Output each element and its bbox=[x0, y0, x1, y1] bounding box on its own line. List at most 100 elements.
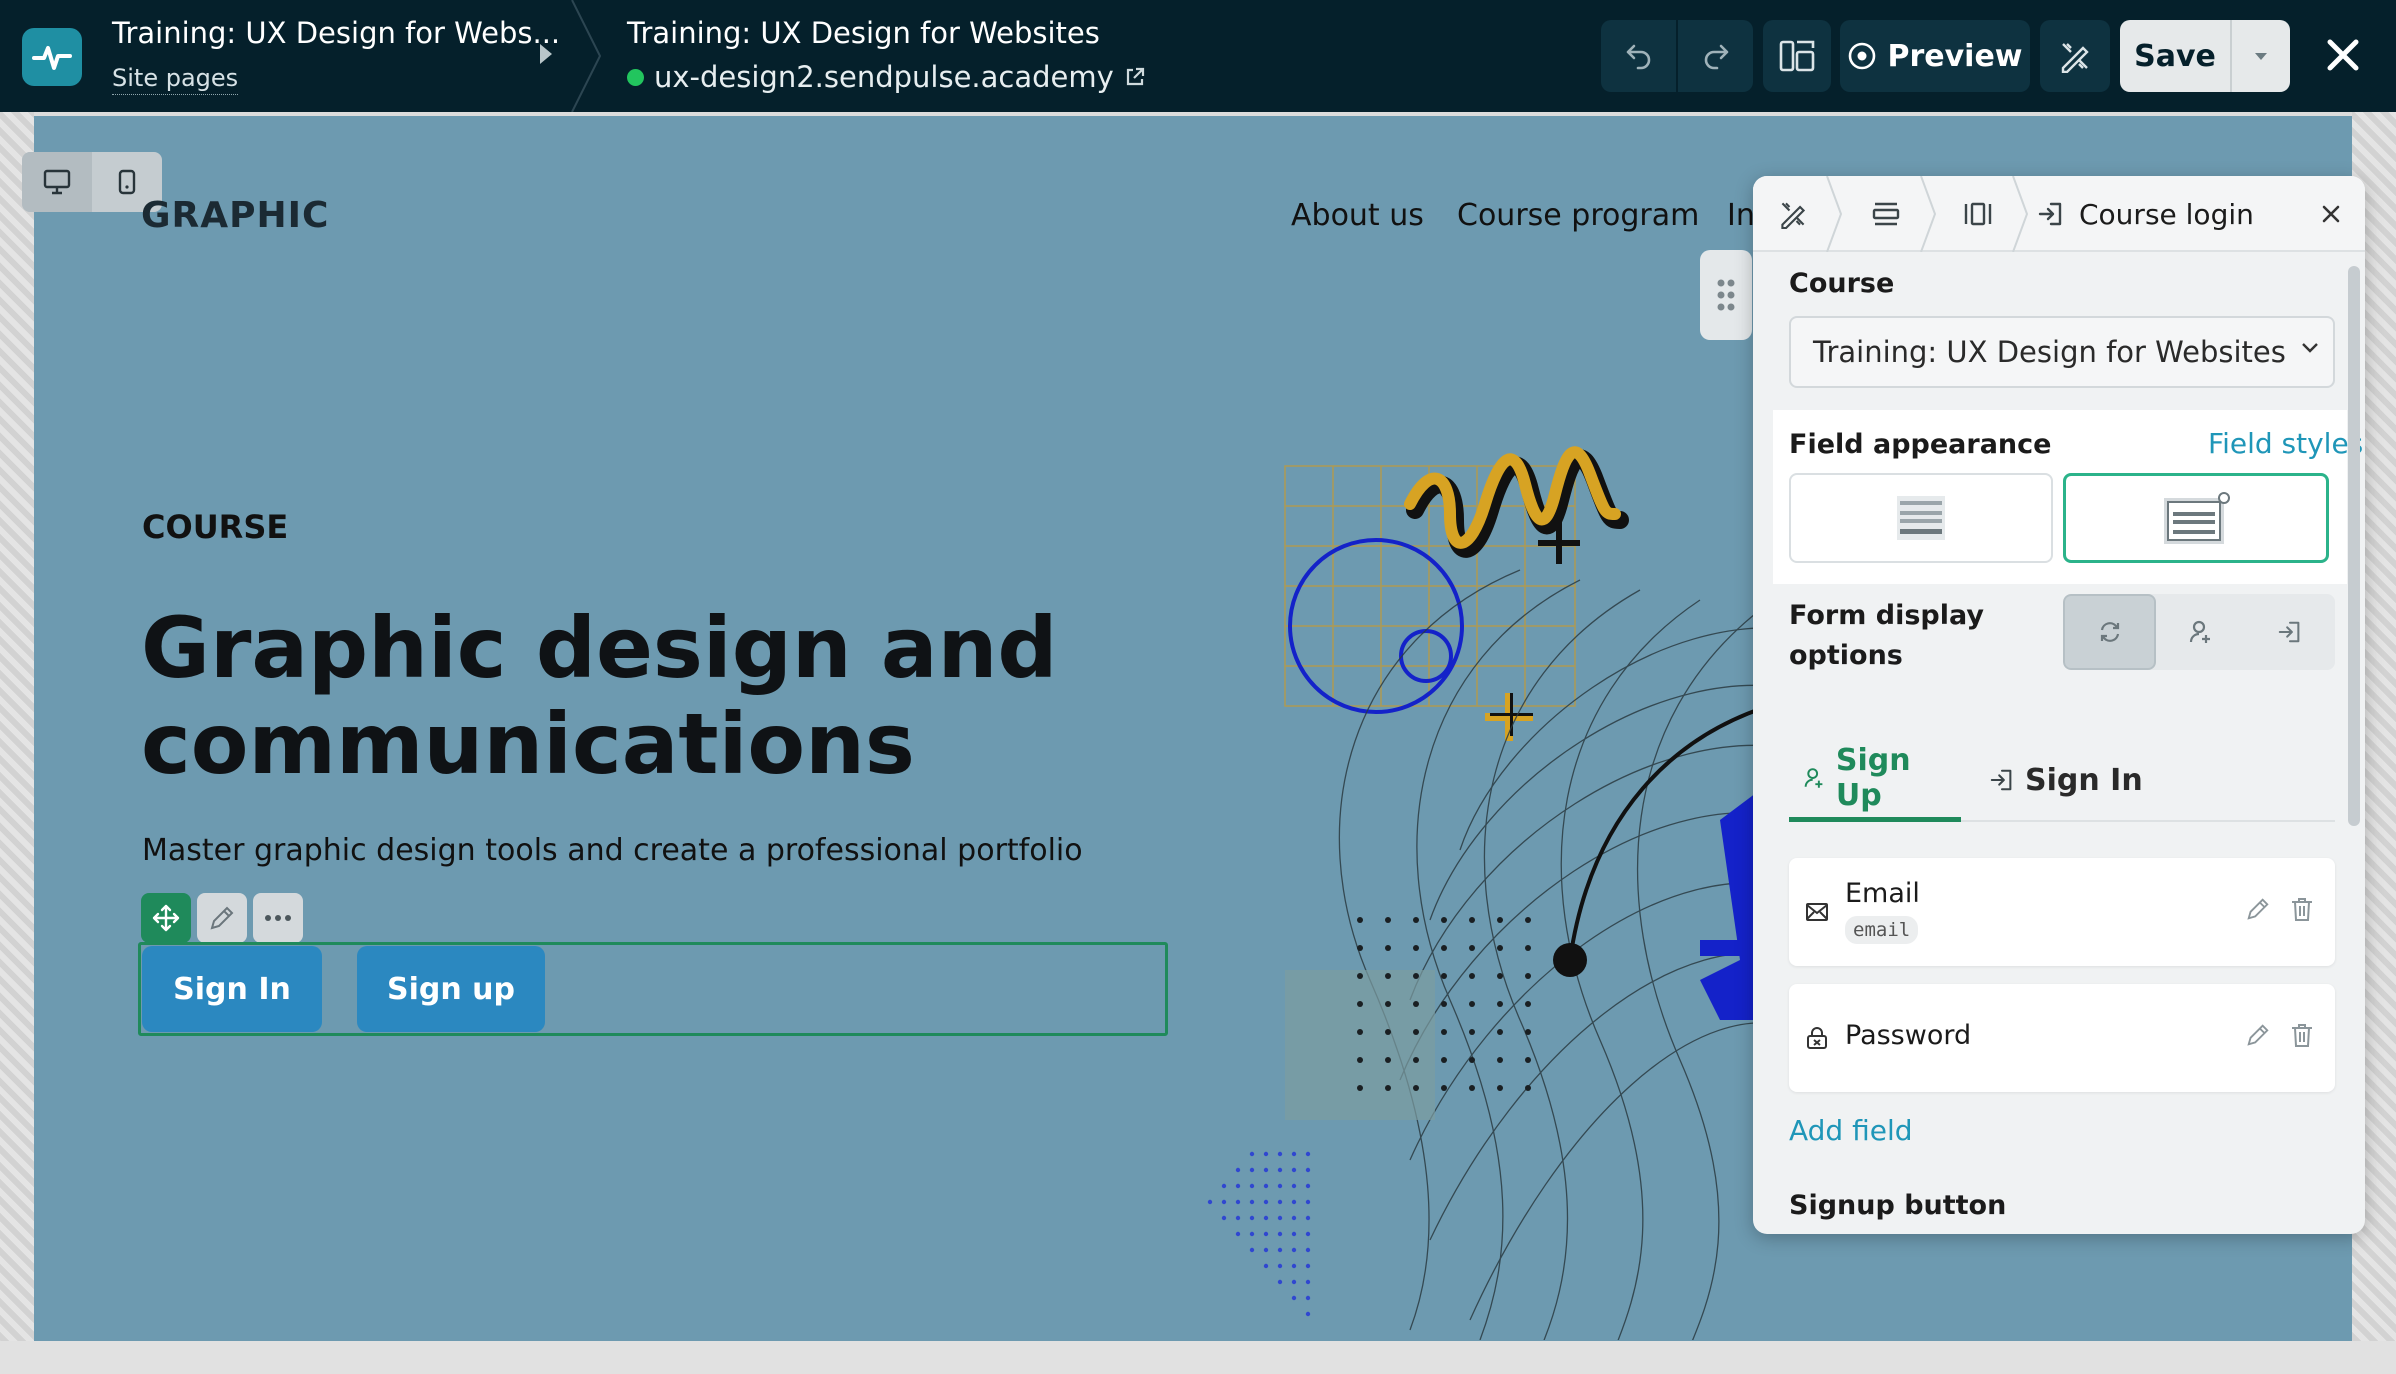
field-name-password: Password bbox=[1845, 1020, 1972, 1051]
panel-drag-handle[interactable] bbox=[1700, 250, 1752, 340]
hero-signin-button[interactable]: Sign In bbox=[142, 946, 322, 1032]
tab-signin[interactable]: Sign In bbox=[1989, 738, 2143, 822]
page-url[interactable]: ux-design2.sendpulse.academy bbox=[627, 60, 1146, 94]
course-select[interactable]: Training: UX Design for Websites bbox=[1789, 316, 2335, 388]
panel-tab-column[interactable] bbox=[1933, 176, 2023, 252]
edit-block-button[interactable] bbox=[197, 893, 247, 943]
save-group: Save bbox=[2120, 20, 2290, 92]
course-label: Course bbox=[1789, 268, 1895, 299]
form-display-label: Form display options bbox=[1789, 596, 1989, 676]
breadcrumb-project[interactable]: Training: UX Design for Webs... Site pag… bbox=[112, 16, 560, 95]
desktop-view-button[interactable] bbox=[22, 152, 92, 212]
abstract-illustration bbox=[1284, 446, 1801, 1341]
tab-signup[interactable]: Sign Up bbox=[1789, 738, 1961, 822]
panel-tab-course-login[interactable]: Course login bbox=[2037, 176, 2287, 252]
more-icon bbox=[265, 915, 291, 921]
hero-signup-button[interactable]: Sign up bbox=[357, 946, 545, 1032]
breadcrumb-separator bbox=[571, 0, 602, 112]
field-actions bbox=[2245, 1022, 2315, 1048]
page-title: Training: UX Design for Websites bbox=[627, 16, 1100, 50]
layout-blocks-icon bbox=[1779, 40, 1815, 72]
chevron-down-icon bbox=[2302, 343, 2318, 353]
course-select-value: Training: UX Design for Websites bbox=[1813, 335, 2286, 369]
appearance-option-label-above[interactable] bbox=[1789, 473, 2053, 563]
add-field-link[interactable]: Add field bbox=[1789, 1114, 1913, 1147]
form-display-label-1: Form display bbox=[1789, 600, 1984, 631]
undo-redo-group bbox=[1601, 20, 1753, 92]
panel-tab-design[interactable] bbox=[1753, 176, 1833, 252]
column-icon bbox=[1964, 202, 1992, 226]
login-icon bbox=[2279, 621, 2300, 643]
display-option-signup[interactable] bbox=[2156, 594, 2245, 670]
user-add-icon bbox=[1804, 767, 1823, 788]
save-options-button[interactable] bbox=[2232, 20, 2290, 92]
hero-title-line1: Graphic design and bbox=[141, 599, 1058, 697]
display-option-signin[interactable] bbox=[2246, 594, 2335, 670]
user-add-icon bbox=[2189, 620, 2210, 643]
app-logo[interactable] bbox=[22, 28, 82, 86]
field-code-email: email bbox=[1845, 916, 1919, 944]
panel-tab-section[interactable] bbox=[1841, 176, 1931, 252]
nav-about[interactable]: About us bbox=[1291, 198, 1424, 233]
save-button[interactable]: Save bbox=[2120, 20, 2232, 92]
close-editor-button[interactable] bbox=[2318, 30, 2368, 80]
tab-separator bbox=[2012, 176, 2029, 252]
hero-title-line2: communications bbox=[141, 695, 915, 793]
canvas-bottom-margin bbox=[0, 1341, 2396, 1374]
external-link-icon bbox=[1126, 67, 1144, 86]
status-dot bbox=[627, 68, 644, 86]
trash-icon[interactable] bbox=[2289, 896, 2315, 922]
panel-close-button[interactable] bbox=[2313, 196, 2349, 232]
breadcrumb-page: Training: UX Design for Websites ux-desi… bbox=[627, 16, 1146, 94]
nav-item-partial[interactable]: In bbox=[1727, 198, 1755, 233]
field-actions bbox=[2245, 896, 2315, 922]
undo-button[interactable] bbox=[1601, 20, 1678, 92]
more-options-button[interactable] bbox=[253, 893, 303, 943]
hero-eyebrow: COURSE bbox=[142, 508, 289, 546]
pencil-ruler-icon bbox=[1781, 202, 1806, 229]
hero-illustration bbox=[1280, 400, 1801, 1341]
swap-icon bbox=[2100, 622, 2119, 642]
pencil-icon[interactable] bbox=[2245, 1022, 2271, 1048]
field-styles-link[interactable]: Field styles bbox=[2208, 427, 2363, 460]
pulse-icon bbox=[32, 46, 72, 70]
panel-breadcrumb-tabs: Course login bbox=[1753, 176, 2365, 252]
dot-pattern bbox=[1207, 1151, 1311, 1317]
close-icon bbox=[2322, 205, 2340, 223]
field-appearance-section: Field appearance Field styles bbox=[1773, 410, 2363, 584]
canvas-margin-left bbox=[0, 112, 34, 1374]
undo-icon bbox=[1626, 44, 1650, 70]
editor-topbar: Training: UX Design for Webs... Site pag… bbox=[0, 0, 2396, 112]
form-display-label-2: options bbox=[1789, 640, 1903, 671]
display-option-toggle[interactable] bbox=[2063, 594, 2157, 670]
form-field-password[interactable]: Password bbox=[1789, 984, 2335, 1092]
page-url-text: ux-design2.sendpulse.academy bbox=[654, 60, 1114, 94]
nav-course-program[interactable]: Course program bbox=[1457, 198, 1699, 233]
hero-subtitle: Master graphic design tools and create a… bbox=[142, 833, 1083, 868]
redo-button[interactable] bbox=[1678, 20, 1753, 92]
desktop-icon bbox=[43, 169, 71, 195]
move-block-button[interactable] bbox=[141, 893, 191, 943]
preview-button[interactable]: Preview bbox=[1840, 20, 2030, 92]
site-pages-link[interactable]: Site pages bbox=[112, 64, 239, 95]
login-icon bbox=[2038, 202, 2062, 226]
field-label-inside-icon bbox=[2164, 492, 2230, 544]
field-name-email: Email bbox=[1845, 878, 1920, 909]
layers-button[interactable] bbox=[1763, 20, 1831, 92]
form-field-email[interactable]: Email email bbox=[1789, 858, 2335, 966]
settings-panel: Course login Course Training: UX Design … bbox=[1753, 176, 2365, 1234]
trash-icon[interactable] bbox=[2289, 1022, 2315, 1048]
panel-scrollbar[interactable] bbox=[2348, 266, 2360, 826]
field-appearance-label: Field appearance bbox=[1789, 429, 2052, 460]
design-tools-button[interactable] bbox=[2040, 20, 2110, 92]
pencil-icon[interactable] bbox=[2245, 896, 2271, 922]
section-icon bbox=[1872, 202, 1900, 226]
form-tabs: Sign Up Sign In bbox=[1789, 738, 2335, 822]
mail-icon bbox=[1806, 903, 1828, 921]
pencil-ruler-icon bbox=[2061, 43, 2089, 73]
lock-icon bbox=[1807, 1027, 1827, 1049]
block-toolbar bbox=[141, 893, 303, 943]
tab-signin-label: Sign In bbox=[2025, 762, 2143, 798]
appearance-option-label-inside[interactable] bbox=[2063, 473, 2329, 563]
caret-right-icon[interactable] bbox=[538, 42, 554, 66]
